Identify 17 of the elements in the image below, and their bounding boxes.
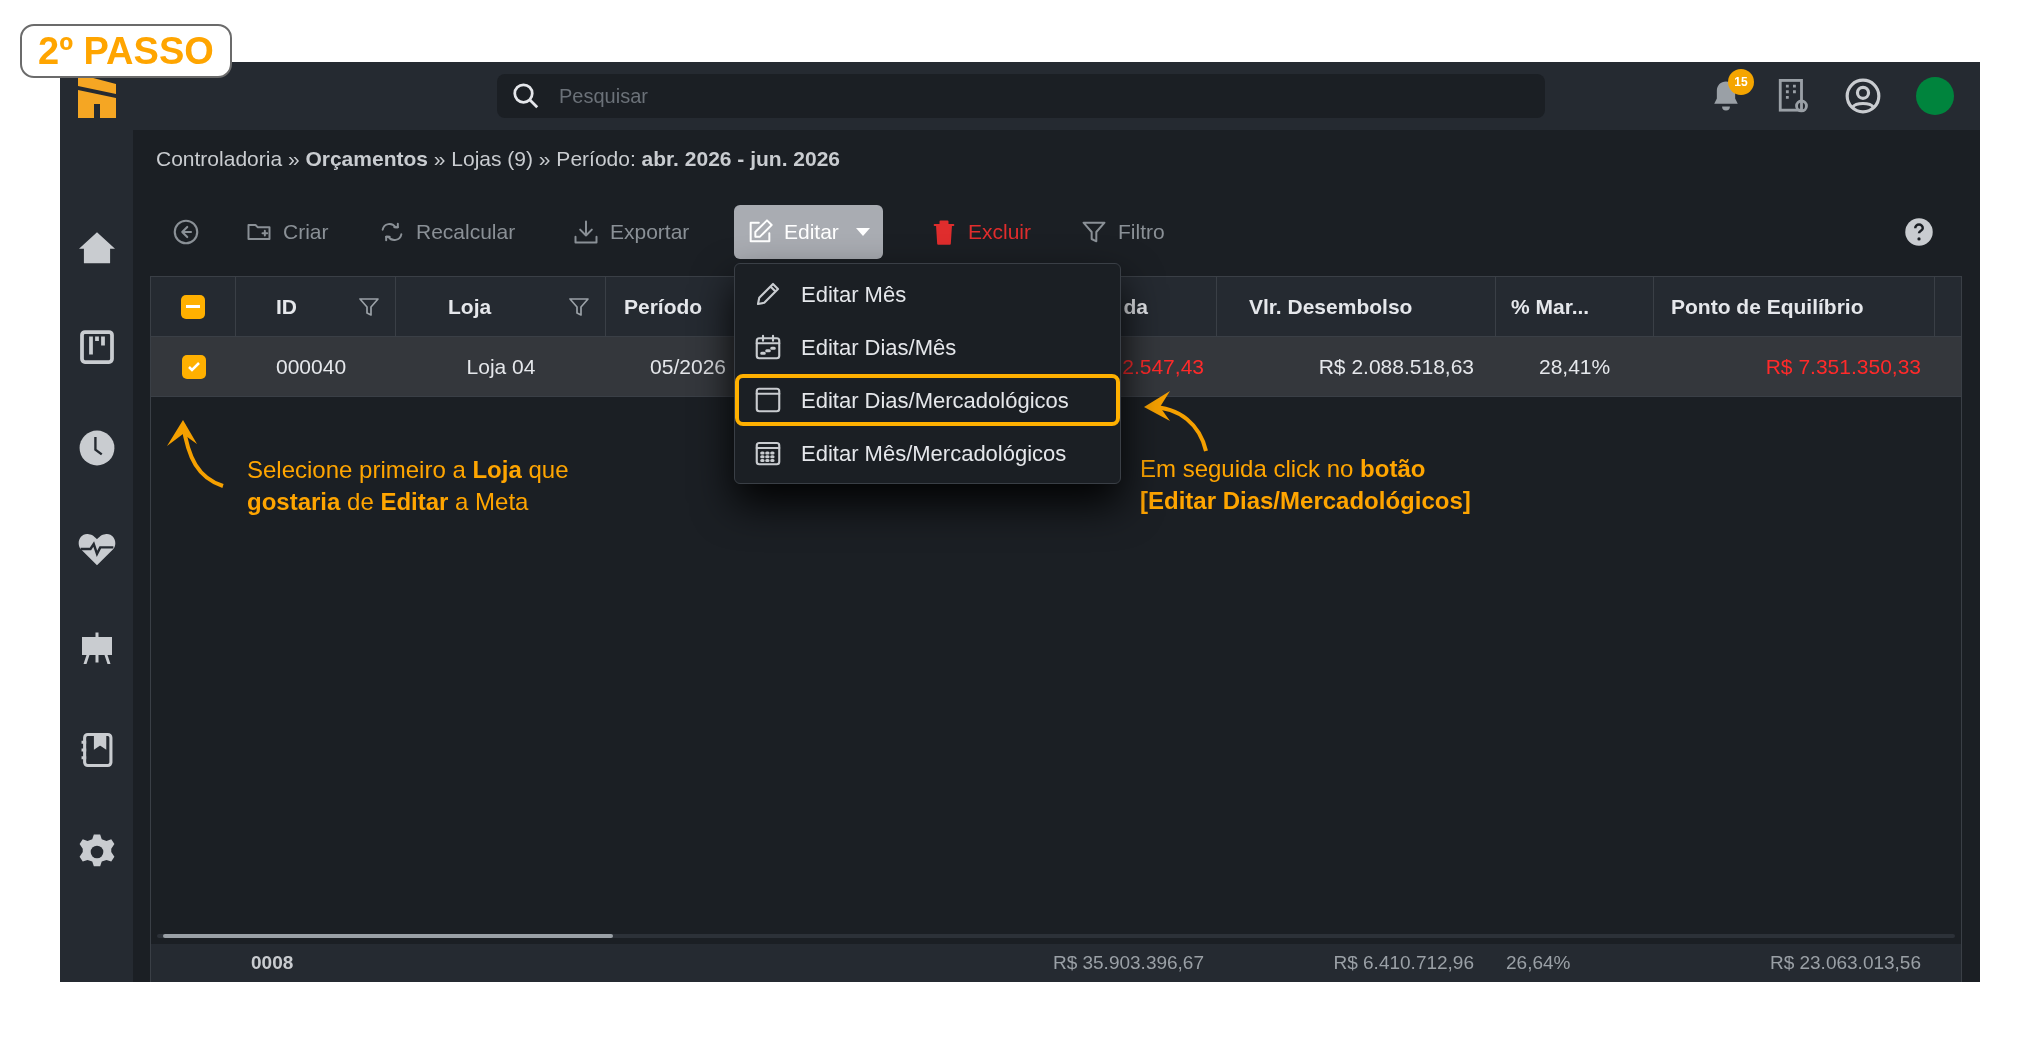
total-value: R$ 35.903.396,67 xyxy=(1052,950,1204,975)
total-value: 26,64% xyxy=(1506,950,1571,975)
table-cell-text: R$ 2.088.518,63 xyxy=(1318,353,1474,380)
table-cell-text: 000040 xyxy=(276,353,347,380)
table-cell-text: 05/2026 xyxy=(650,353,726,380)
annotation-text: Em seguida click no botão [Editar Dias/Mercadológicos] xyxy=(1140,454,1471,516)
table-cell-text: 2.547,43 xyxy=(1122,353,1204,380)
notification-count: 15 xyxy=(1728,69,1754,95)
row-count: 0008 xyxy=(251,950,294,975)
total-value: R$ 6.410.712,96 xyxy=(1333,950,1474,975)
breadcrumb: Controladoria » Orçamentos » Lojas (9) » Período: abr. 2026 - jun. 2026 xyxy=(155,146,842,173)
table-cell-text: R$ 7.351.350,33 xyxy=(1765,353,1921,380)
step-badge: 2º PASSO xyxy=(20,24,232,78)
table-cell-text: Loja 04 xyxy=(466,353,536,380)
annotation-text: Selecione primeiro a Loja que gostaria de Editar a Meta xyxy=(247,455,569,517)
total-value: R$ 23.063.013,56 xyxy=(1769,950,1921,975)
table-cell-text: 28,41% xyxy=(1539,353,1611,380)
